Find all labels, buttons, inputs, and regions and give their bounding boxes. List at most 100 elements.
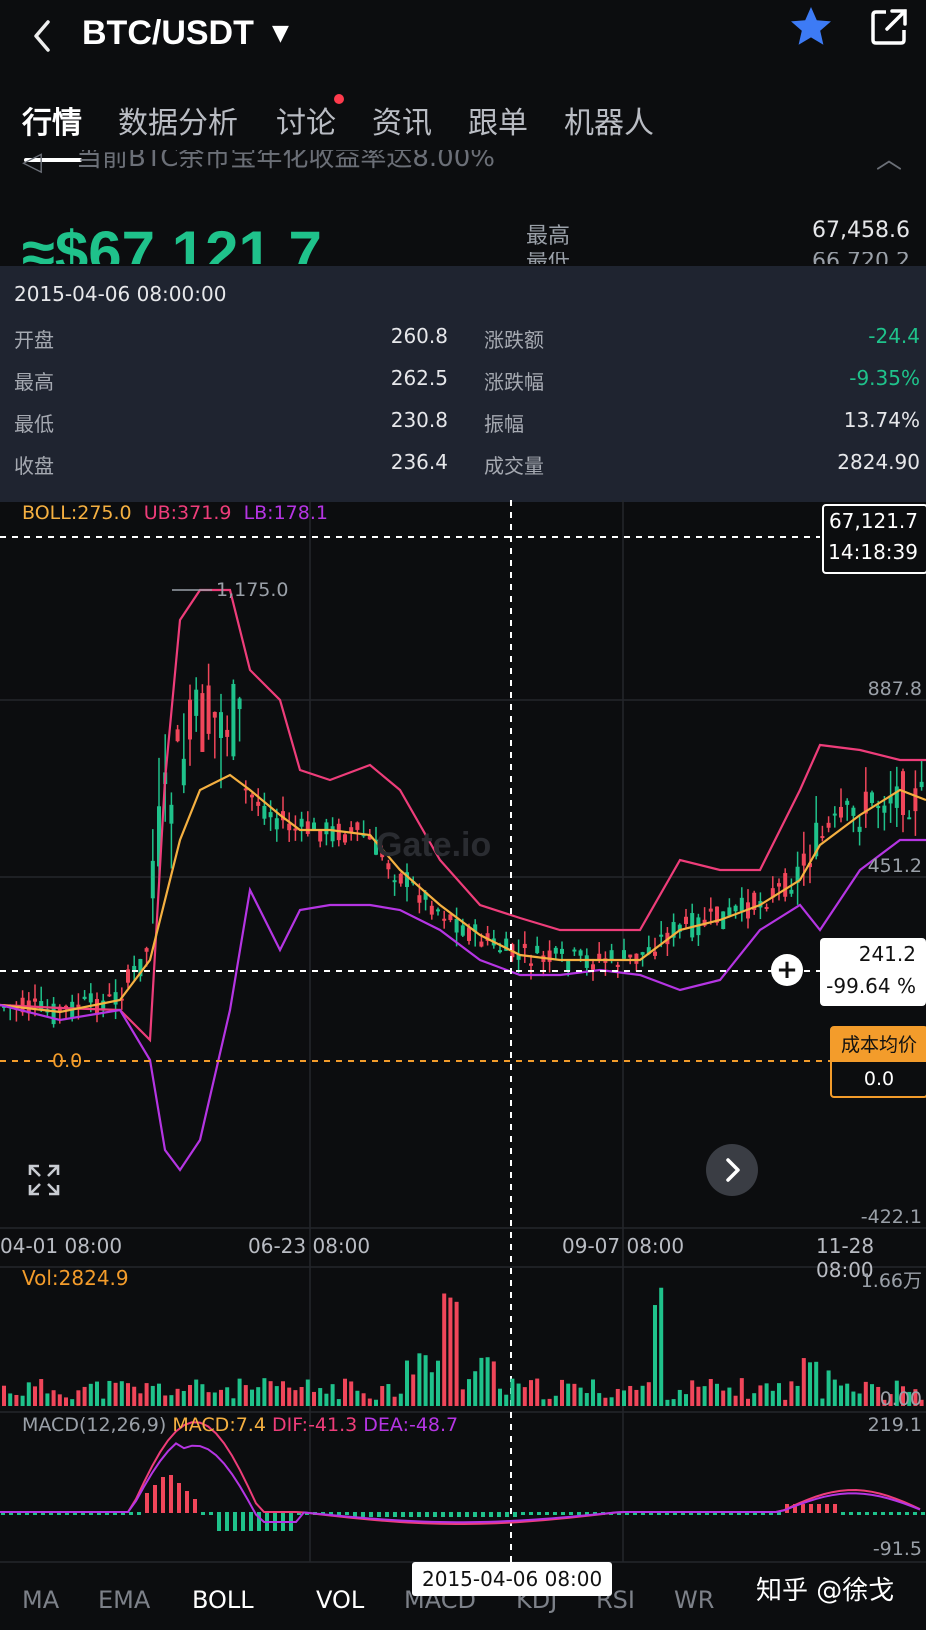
macd-bar [401,1512,405,1517]
volume-bar [398,1393,403,1406]
open-value: 260.8 [390,324,448,348]
ind-tab-boll[interactable]: BOLL [192,1586,254,1614]
tab-news[interactable]: 资讯 [372,102,432,146]
volume-bar [163,1395,168,1406]
candle [777,883,781,887]
volume-bar [361,1393,366,1406]
notification-dot [334,94,344,104]
volume-bar [243,1385,248,1406]
candle [820,836,825,839]
macd-bar [817,1504,821,1513]
expand-icon[interactable] [26,1162,62,1198]
crosshair-date-tag: 2015-04-06 08:00 [412,1562,613,1596]
volume-bar [175,1388,180,1406]
candle [832,813,837,816]
high-value: 262.5 [390,366,448,390]
macd-bar [553,1512,557,1515]
volume-bar [653,1305,657,1406]
volume-bar [572,1383,577,1406]
candle [212,711,217,718]
volume-bar [826,1370,831,1406]
candle [219,712,223,738]
candle [274,818,279,830]
volume-bar [584,1393,589,1406]
macd-bar [369,1512,373,1517]
caret-down-icon[interactable]: ▼ [272,12,289,56]
volume-bar [777,1383,781,1406]
volume-bar [212,1392,217,1406]
volume-bar [659,1287,664,1406]
volume-bar [312,1391,316,1406]
candle [436,909,440,912]
candle [256,801,261,806]
star-icon[interactable] [788,4,834,50]
ind-tab-ma[interactable]: MA [22,1586,59,1614]
pair-title[interactable]: BTC/USDT [82,8,254,58]
candle [460,925,465,936]
volume-bar [628,1385,633,1406]
kline-chart[interactable]: 1,175.0 [0,500,926,1574]
volume-bar [789,1381,794,1406]
back-button[interactable] [28,10,64,60]
add-alert-plus-icon[interactable]: + [771,954,803,986]
chevron-up-icon[interactable]: ︿ [876,150,902,180]
volume-bar [39,1379,44,1406]
volume-bar [57,1394,62,1406]
macd-bar [497,1512,501,1517]
candle [578,950,583,956]
cost-axis-label: 0.0 [52,1050,83,1072]
volume-bar [839,1385,843,1406]
macd-bar [441,1512,445,1517]
macd-bar [529,1512,533,1515]
peak-label: 1,175.0 [216,579,289,601]
dea-value: DEA:-48.7 [363,1414,459,1436]
scroll-latest-button[interactable] [706,1144,758,1196]
cost-label: 成本均价 [832,1028,926,1062]
candle [429,905,434,915]
macd-bar [249,1512,253,1531]
macd-bar [193,1499,197,1513]
tab-market[interactable]: 行情 [22,102,82,146]
candle [107,994,112,997]
tab-copy-trading[interactable]: 跟单 [468,102,528,146]
share-icon[interactable] [868,6,910,48]
volume-bar [386,1384,391,1406]
macd-bar [361,1512,365,1517]
volume-bar [101,1398,106,1406]
macd-bar [513,1512,517,1517]
high-value: 67,458.6 [812,218,910,243]
high-label: 最高 [14,370,54,394]
close-label: 收盘 [14,454,54,478]
candle [826,822,831,828]
candle [398,873,403,884]
tab-discussion[interactable]: 讨论 [276,102,336,146]
volume-bar [64,1397,68,1406]
volume-bar [423,1355,428,1406]
candle [684,916,688,925]
macd-bar [897,1512,901,1515]
candle [95,999,99,1015]
volume-bar [721,1390,726,1406]
ind-tab-wr[interactable]: WR [674,1586,714,1614]
amplitude-label: 振幅 [484,412,524,436]
ind-tab-vol[interactable]: VOL [316,1586,364,1614]
tab-bots[interactable]: 机器人 [564,102,654,146]
macd-title: MACD(12,26,9) [22,1414,167,1436]
volume-bar [349,1381,354,1406]
macd-bar [801,1504,805,1513]
tab-data-analysis[interactable]: 数据分析 [118,102,238,146]
candle [553,947,558,954]
candle [188,699,192,740]
volume-bar [188,1384,192,1406]
volume-bar [485,1357,490,1406]
candle [615,964,620,968]
notice-bar[interactable]: ◁ 当前BTC余币宝年化收益率达8.00% ︿ [22,150,902,184]
volume-bar [380,1386,385,1406]
candle [783,873,788,897]
candle [522,943,527,949]
candle [690,913,695,938]
ind-tab-ema[interactable]: EMA [98,1586,150,1614]
candle [653,951,657,956]
macd-bar [409,1512,413,1517]
macd-bar [921,1512,925,1515]
